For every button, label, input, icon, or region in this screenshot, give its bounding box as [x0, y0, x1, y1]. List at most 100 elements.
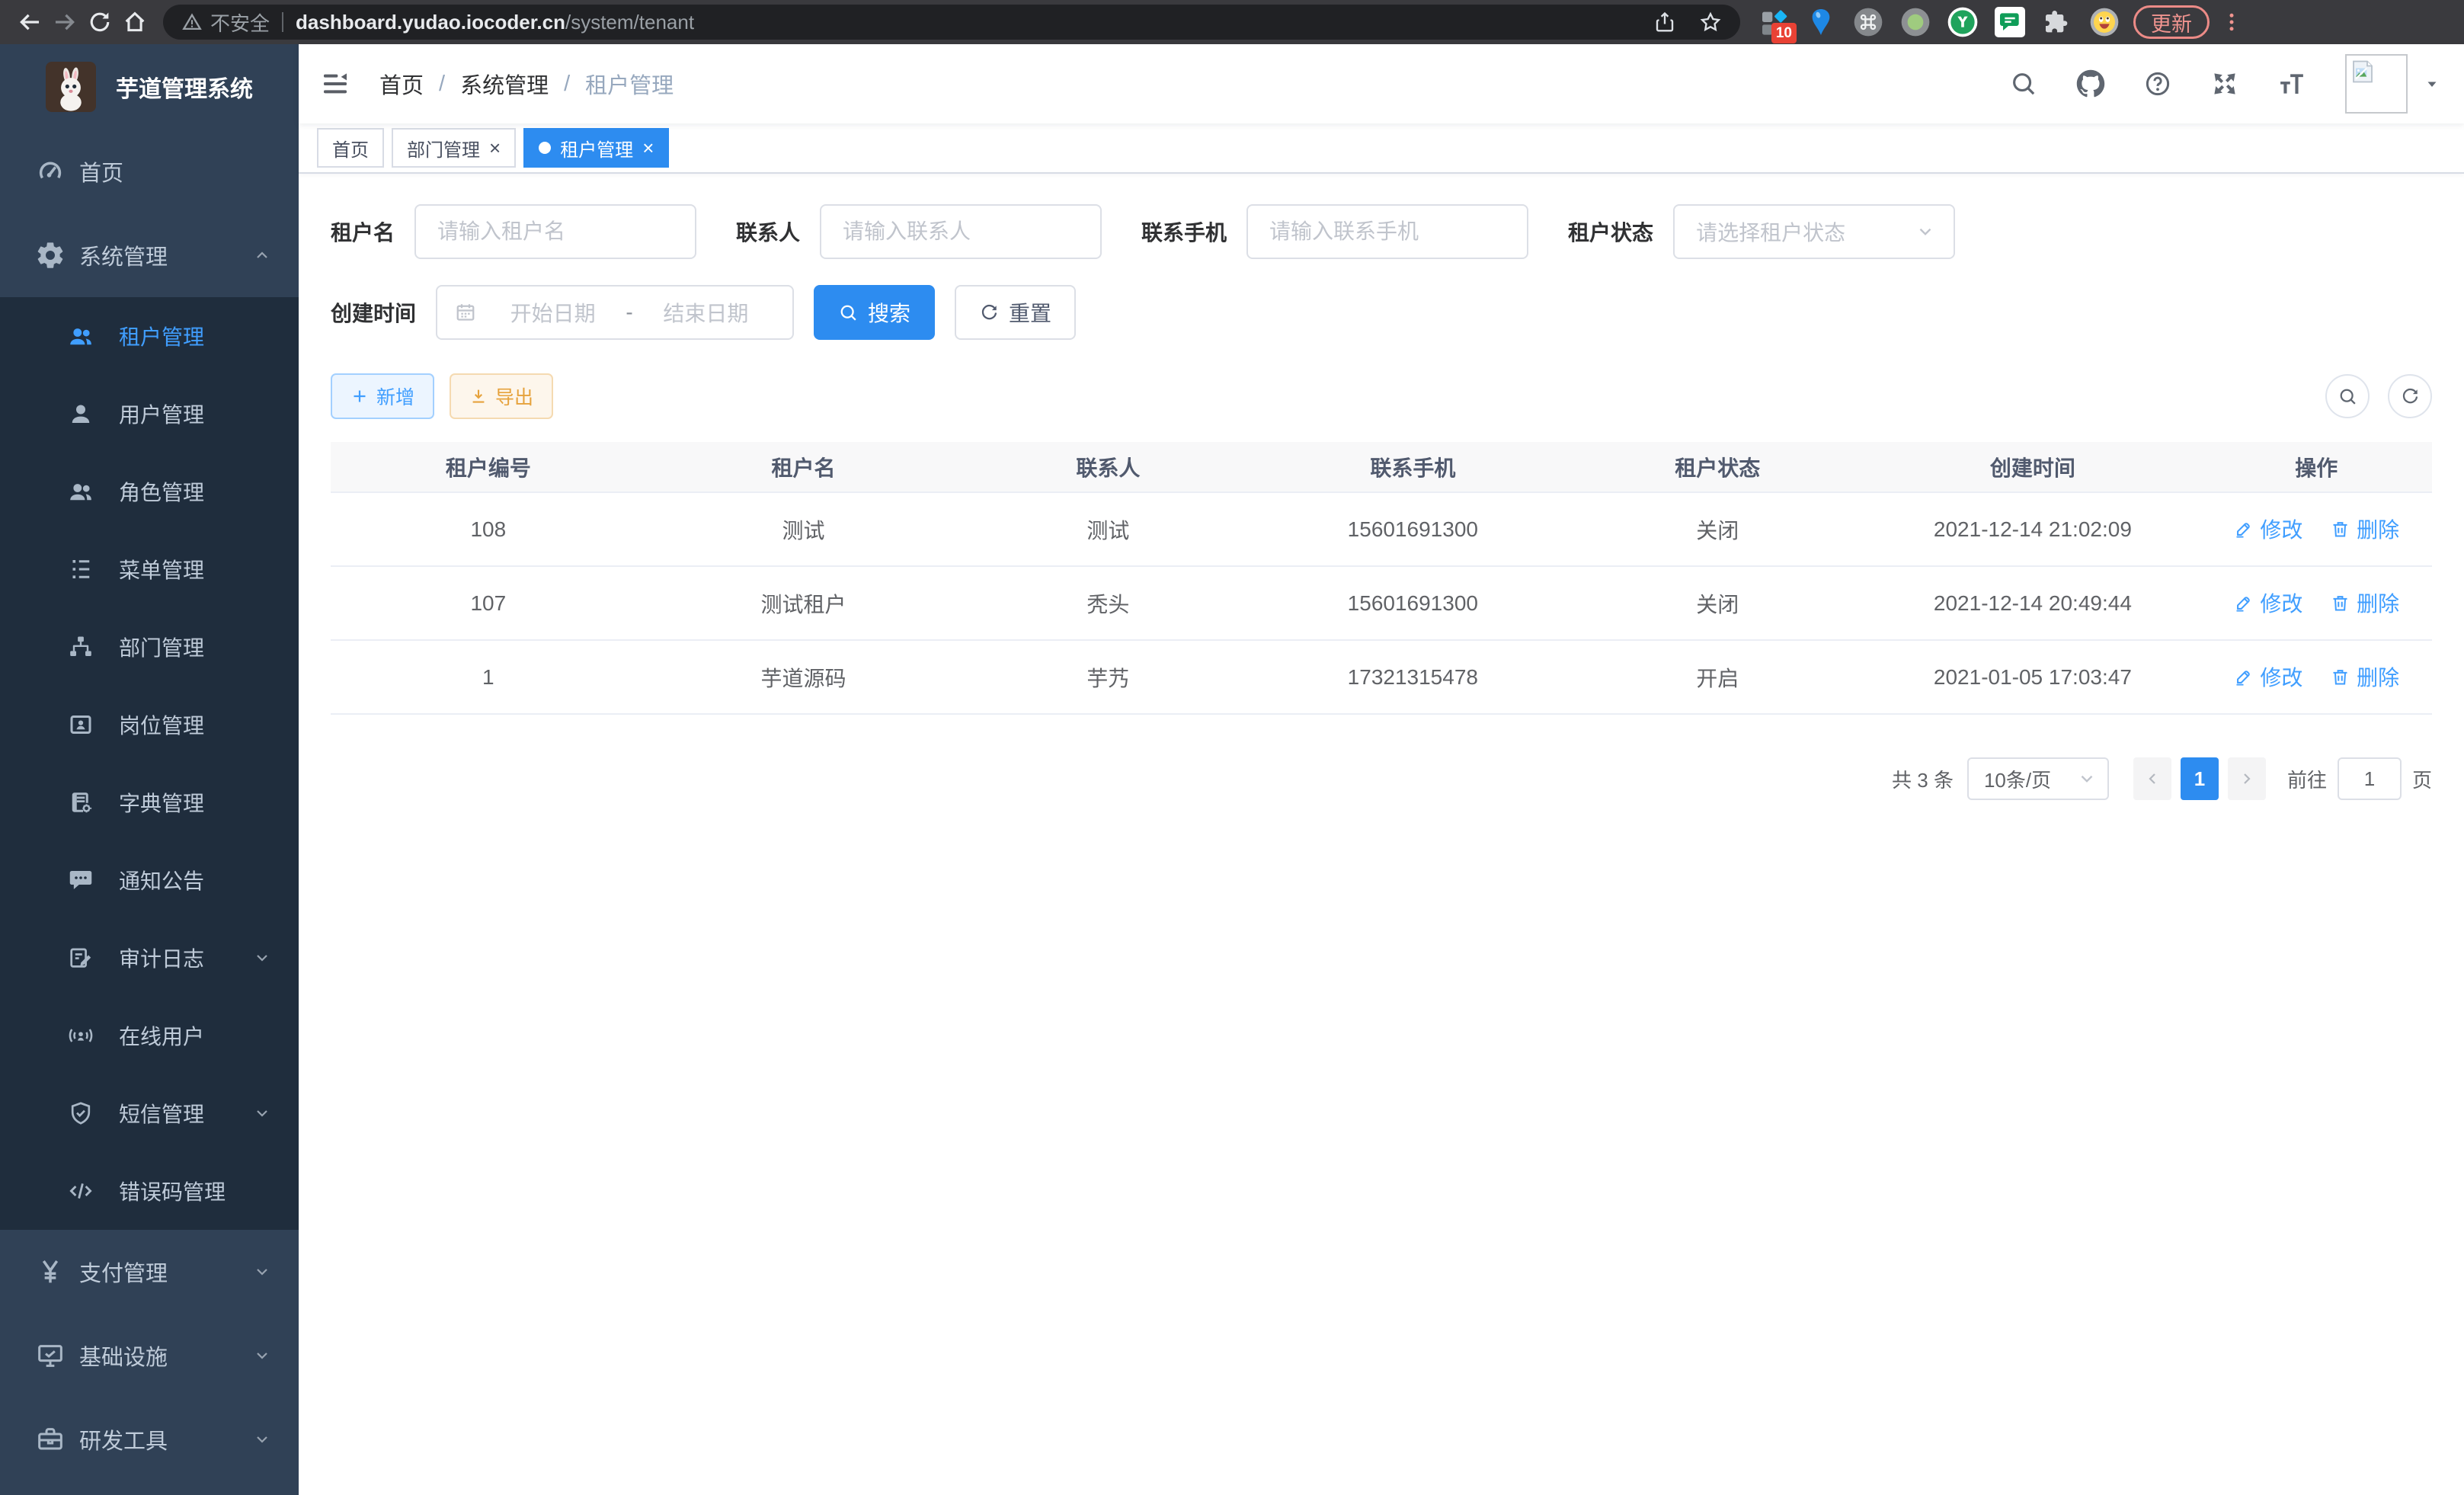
sidebar-menu-item[interactable]: 错误码管理	[0, 1152, 299, 1230]
sidebar-menu-item[interactable]: 角色管理	[0, 453, 299, 530]
browser-back-button[interactable]	[12, 5, 47, 40]
sidebar-collapse-icon[interactable]	[299, 44, 372, 123]
menu-item-label: 菜单管理	[119, 554, 204, 584]
extension-balloon-icon[interactable]	[1800, 1, 1842, 43]
share-icon[interactable]	[1653, 11, 1676, 34]
trash-icon	[2330, 519, 2350, 539]
sidebar-menu-item[interactable]: 基础设施	[0, 1314, 299, 1397]
breadcrumb-link[interactable]: 系统管理	[460, 68, 549, 100]
chevron-down-icon	[253, 1430, 271, 1449]
extension-green-dot-icon[interactable]	[1894, 1, 1937, 43]
show-search-toggle-button[interactable]	[2325, 374, 2370, 418]
delete-button[interactable]: 删除	[2330, 587, 2399, 618]
sidebar-menu-item[interactable]: 用户管理	[0, 375, 299, 453]
contact-input[interactable]	[820, 204, 1102, 259]
start-date-placeholder[interactable]: 开始日期	[483, 297, 622, 328]
status-select[interactable]: 请选择租户状态	[1673, 204, 1955, 259]
sidebar-menu-item[interactable]: 菜单管理	[0, 530, 299, 608]
breadcrumb-link[interactable]: 租户管理	[585, 68, 674, 100]
browser-home-button[interactable]	[117, 5, 152, 40]
tab-label: 租户管理	[560, 135, 633, 162]
refresh-table-button[interactable]	[2388, 374, 2432, 418]
cell-mobile: 15601691300	[1255, 492, 1570, 566]
breadcrumb-link[interactable]: 首页	[379, 68, 424, 100]
prev-page-button[interactable]	[2133, 757, 2171, 800]
edit-button[interactable]: 修改	[2233, 587, 2302, 618]
trash-icon	[2330, 667, 2350, 687]
reset-button[interactable]: 重置	[955, 285, 1076, 340]
tag-view-tab[interactable]: 部门管理 ×	[392, 128, 516, 168]
browser-forward-button[interactable]	[47, 5, 82, 40]
create-time-label: 创建时间	[331, 297, 416, 328]
sidebar-menu-item[interactable]: 部门管理	[0, 608, 299, 686]
sidebar-menu-item[interactable]: 通知公告	[0, 841, 299, 919]
tenant-name-input[interactable]	[414, 204, 696, 259]
url-path: /system/tenant	[565, 11, 694, 34]
sidebar-menu-item[interactable]: 首页	[0, 130, 299, 213]
sidebar-menu-item[interactable]: 岗位管理	[0, 686, 299, 764]
extensions-puzzle-icon[interactable]	[2036, 1, 2078, 43]
edit-button[interactable]: 修改	[2233, 661, 2302, 692]
contact-label: 联系人	[736, 216, 800, 247]
tag-view-tab[interactable]: 首页	[317, 128, 384, 168]
browser-reload-button[interactable]	[82, 5, 117, 40]
close-icon[interactable]: ×	[642, 138, 654, 158]
tab-label: 首页	[332, 135, 369, 162]
navbar-actions	[1990, 54, 2464, 114]
avatar[interactable]	[2345, 54, 2408, 114]
page-size-select[interactable]: 10条/页	[1967, 757, 2109, 800]
extension-emoji-icon[interactable]	[2083, 1, 2126, 43]
font-size-icon[interactable]	[2258, 69, 2325, 98]
extension-command-icon[interactable]	[1847, 1, 1890, 43]
tenant-table: 租户编号租户名联系人联系手机租户状态创建时间操作 108 测试 测试 15601…	[331, 442, 2432, 715]
tag-view-tab[interactable]: 租户管理 ×	[523, 128, 669, 168]
current-page-button[interactable]: 1	[2181, 757, 2219, 800]
add-button[interactable]: 新增	[331, 373, 434, 419]
cell-status: 关闭	[1570, 492, 1864, 566]
sidebar-menu-item[interactable]: 租户管理	[0, 297, 299, 375]
logo-rabbit-image	[46, 62, 96, 112]
menu-item-label: 角色管理	[119, 476, 204, 507]
help-icon[interactable]	[2124, 69, 2191, 98]
menu-item-label: 系统管理	[79, 239, 168, 271]
omnibox-divider	[282, 12, 283, 32]
fullscreen-icon[interactable]	[2191, 69, 2258, 98]
browser-menu-icon[interactable]	[2220, 11, 2243, 34]
next-page-button[interactable]	[2228, 757, 2266, 800]
sidebar-menu-item[interactable]: 系统管理	[0, 213, 299, 297]
column-header: 租户编号	[331, 442, 646, 492]
end-date-placeholder[interactable]: 结束日期	[636, 297, 776, 328]
sidebar-menu-item[interactable]: 在线用户	[0, 997, 299, 1074]
delete-button[interactable]: 删除	[2330, 514, 2399, 544]
close-icon[interactable]: ×	[489, 138, 501, 158]
bookmark-star-icon[interactable]	[1699, 11, 1722, 34]
sidebar-menu-item[interactable]: 研发工具	[0, 1397, 299, 1481]
sidebar-menu-item[interactable]: 支付管理	[0, 1230, 299, 1314]
export-button[interactable]: 导出	[450, 373, 553, 419]
sidebar-menu: 首页 系统管理 租户管理	[0, 130, 299, 1481]
goto-page-input[interactable]	[2338, 757, 2402, 800]
address-bar[interactable]: 不安全 dashboard.yudao.iocoder.cn/system/te…	[163, 5, 1740, 40]
security-label: 不安全	[210, 8, 270, 37]
edit-button[interactable]: 修改	[2233, 514, 2302, 544]
page-content: 租户名 联系人 联系手机 租户状态 请选择租户状态	[299, 174, 2464, 1495]
sidebar-menu-item[interactable]: 短信管理	[0, 1074, 299, 1152]
mobile-input[interactable]	[1246, 204, 1528, 259]
date-range-picker[interactable]: 开始日期 - 结束日期	[436, 285, 794, 340]
github-icon[interactable]	[2057, 69, 2124, 98]
header-search-icon[interactable]	[1990, 69, 2057, 98]
extension-chat-icon[interactable]	[1989, 1, 2031, 43]
sidebar-logo[interactable]: 芋道管理系统	[0, 44, 299, 130]
sidebar-menu-item[interactable]: 字典管理	[0, 764, 299, 841]
cell-created: 2021-01-05 17:03:47	[1864, 640, 2200, 714]
security-warning-icon[interactable]	[181, 11, 203, 33]
search-button[interactable]: 搜索	[814, 285, 935, 340]
sidebar: 芋道管理系统 首页 系统管理	[0, 44, 299, 1495]
sidebar-menu-item[interactable]: 审计日志	[0, 919, 299, 997]
extension-grid-diamond-icon[interactable]: 10	[1752, 1, 1795, 43]
avatar-caret-icon[interactable]	[2423, 75, 2441, 93]
extension-yudao-icon[interactable]	[1941, 1, 1984, 43]
cell-mobile: 15601691300	[1255, 566, 1570, 640]
browser-update-button[interactable]: 更新	[2133, 5, 2210, 39]
delete-button[interactable]: 删除	[2330, 661, 2399, 692]
